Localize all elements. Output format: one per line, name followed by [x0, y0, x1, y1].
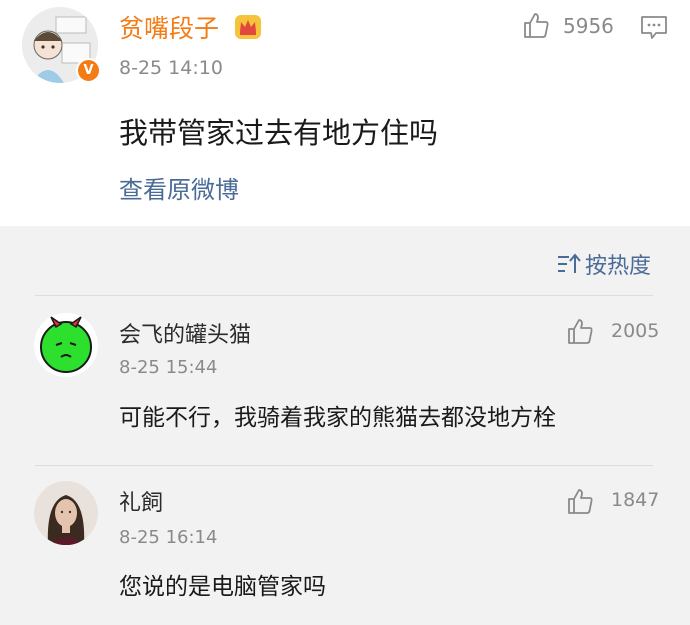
- thumbs-up-icon[interactable]: [522, 11, 550, 39]
- divider: [35, 465, 653, 466]
- thumbs-up-icon[interactable]: [565, 317, 595, 345]
- comment-timestamp: 8-25 16:14: [119, 527, 218, 548]
- comment-text: 您说的是电脑管家吗: [119, 574, 326, 600]
- view-original-link[interactable]: 查看原微博: [119, 170, 239, 205]
- comment-timestamp: 8-25 15:44: [119, 357, 218, 378]
- comment-author-name[interactable]: 礼飼: [119, 485, 163, 517]
- sort-by-hot-button[interactable]: 按热度: [556, 248, 651, 280]
- original-post: V 贫嘴段子 8-25 14:10 5956 我带管家过去有地方住吗 查看原微博: [0, 0, 690, 226]
- post-like-count: 5956: [563, 14, 614, 38]
- post-author-name[interactable]: 贫嘴段子: [119, 9, 219, 45]
- crown-icon: [235, 15, 261, 39]
- post-timestamp: 8-25 14:10: [119, 57, 223, 79]
- divider: [35, 295, 653, 296]
- comment-text: 可能不行，我骑着我家的熊猫去都没地方栓: [119, 405, 556, 431]
- comment-author-avatar[interactable]: [34, 481, 98, 545]
- verified-badge: V: [76, 58, 101, 83]
- comment-like-count: 2005: [611, 320, 660, 342]
- sort-icon: [558, 253, 581, 273]
- comment-icon[interactable]: [639, 14, 669, 41]
- comment-author-name[interactable]: 会飞的罐头猫: [119, 317, 251, 349]
- comment-like-count: 1847: [611, 489, 660, 511]
- post-text: 我带管家过去有地方住吗: [119, 116, 439, 150]
- sort-label: 按热度: [585, 254, 652, 279]
- thumbs-up-icon[interactable]: [565, 487, 595, 515]
- comment-author-avatar[interactable]: [34, 313, 98, 377]
